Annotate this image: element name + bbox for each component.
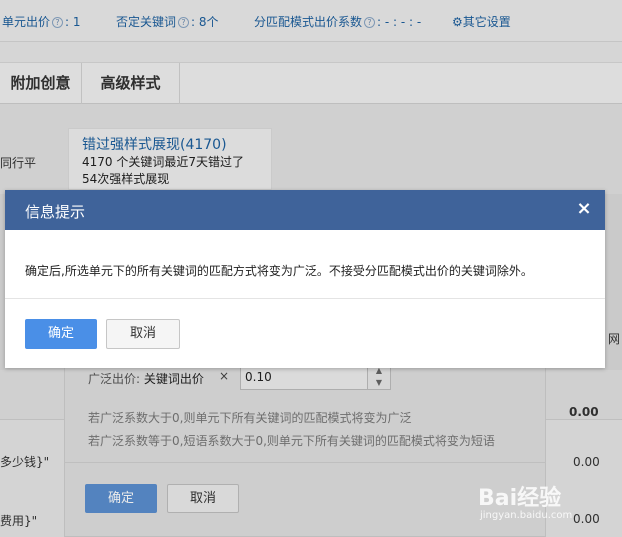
dialog-message: 确定后,所选单元下的所有关键词的匹配方式将变为广泛。不接受分匹配模式出价的关键词… (25, 264, 533, 278)
confirm-button[interactable]: 确定 (25, 319, 97, 349)
close-icon[interactable]: × (573, 198, 595, 220)
divider (5, 298, 605, 299)
baidu-jingyan-watermark: Bai经验 jingyan.baidu.com (478, 480, 572, 521)
watermark-url: jingyan.baidu.com (480, 510, 573, 521)
cancel-button[interactable]: 取消 (106, 319, 180, 349)
dialog-title: 信息提示 (25, 203, 86, 221)
watermark-logo: Bai经验 (478, 486, 562, 511)
dialog-header: 信息提示 × (5, 190, 605, 230)
info-dialog: 信息提示 × 确定后,所选单元下的所有关键词的匹配方式将变为广泛。不接受分匹配模… (5, 190, 605, 368)
